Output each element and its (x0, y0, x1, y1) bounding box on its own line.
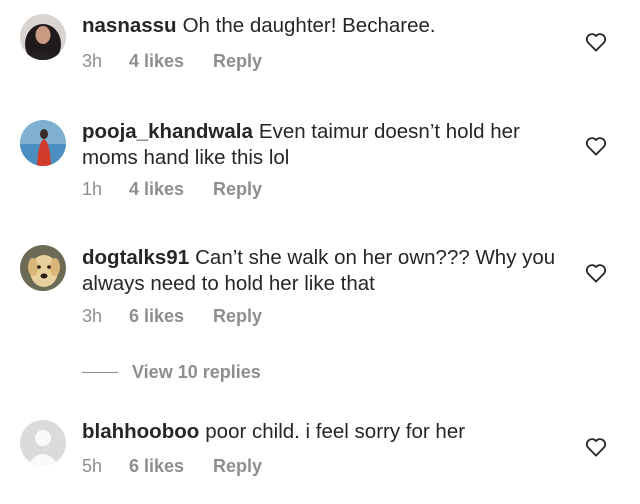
reply-button[interactable]: Reply (213, 306, 262, 327)
comment-text-block: nasnassu Oh the daughter! Becharee. (82, 13, 562, 39)
like-heart-button[interactable] (585, 437, 607, 457)
comment-time: 3h (82, 306, 103, 326)
avatar[interactable] (20, 14, 66, 60)
comment-body: poor child. i feel sorry for her (205, 420, 466, 443)
comment-username[interactable]: pooja_khandwala (82, 120, 253, 143)
comment-username[interactable]: blahhooboo (82, 420, 199, 443)
like-heart-button[interactable] (585, 32, 607, 52)
heart-icon (585, 33, 607, 52)
comment-likes[interactable]: 6 likes (129, 456, 213, 477)
user-photo-hijab-icon (20, 14, 66, 60)
comment-meta: 3h 4 likes Reply (82, 51, 262, 72)
heart-icon (585, 264, 607, 283)
comment-text-block: dogtalks91 Can’t she walk on her own??? W… (82, 245, 562, 297)
like-heart-button[interactable] (585, 263, 607, 283)
view-replies-button[interactable]: View 10 replies (82, 362, 261, 383)
comment-username[interactable]: dogtalks91 (82, 246, 189, 269)
comment-meta: 1h 4 likes Reply (82, 179, 262, 200)
user-photo-pool-icon (20, 120, 66, 166)
like-heart-button[interactable] (585, 136, 607, 156)
comment-text-block: pooja_khandwala Even taimur doesn’t hold … (82, 119, 562, 171)
comment-likes[interactable]: 6 likes (129, 306, 213, 327)
user-photo-dog-icon (20, 245, 66, 291)
heart-icon (585, 438, 607, 457)
reply-button[interactable]: Reply (213, 456, 262, 477)
comment-username[interactable]: nasnassu (82, 14, 177, 37)
comment-time: 5h (82, 456, 103, 476)
view-replies-divider (82, 372, 118, 373)
heart-icon (585, 137, 607, 156)
comment-body: Oh the daughter! Becharee. (182, 14, 436, 37)
comment-meta: 3h 6 likes Reply (82, 306, 262, 327)
comment-meta: 5h 6 likes Reply (82, 456, 262, 477)
avatar[interactable] (20, 420, 66, 466)
comment-time: 1h (82, 179, 103, 199)
comment-likes[interactable]: 4 likes (129, 51, 213, 72)
reply-button[interactable]: Reply (213, 179, 262, 200)
avatar[interactable] (20, 245, 66, 291)
comment-text-block: blahhooboo poor child. i feel sorry for h… (82, 419, 562, 445)
default-avatar-icon (20, 420, 66, 466)
reply-button[interactable]: Reply (213, 51, 262, 72)
comment-time: 3h (82, 51, 103, 71)
view-replies-label: View 10 replies (132, 362, 261, 382)
avatar[interactable] (20, 120, 66, 166)
comment-likes[interactable]: 4 likes (129, 179, 213, 200)
